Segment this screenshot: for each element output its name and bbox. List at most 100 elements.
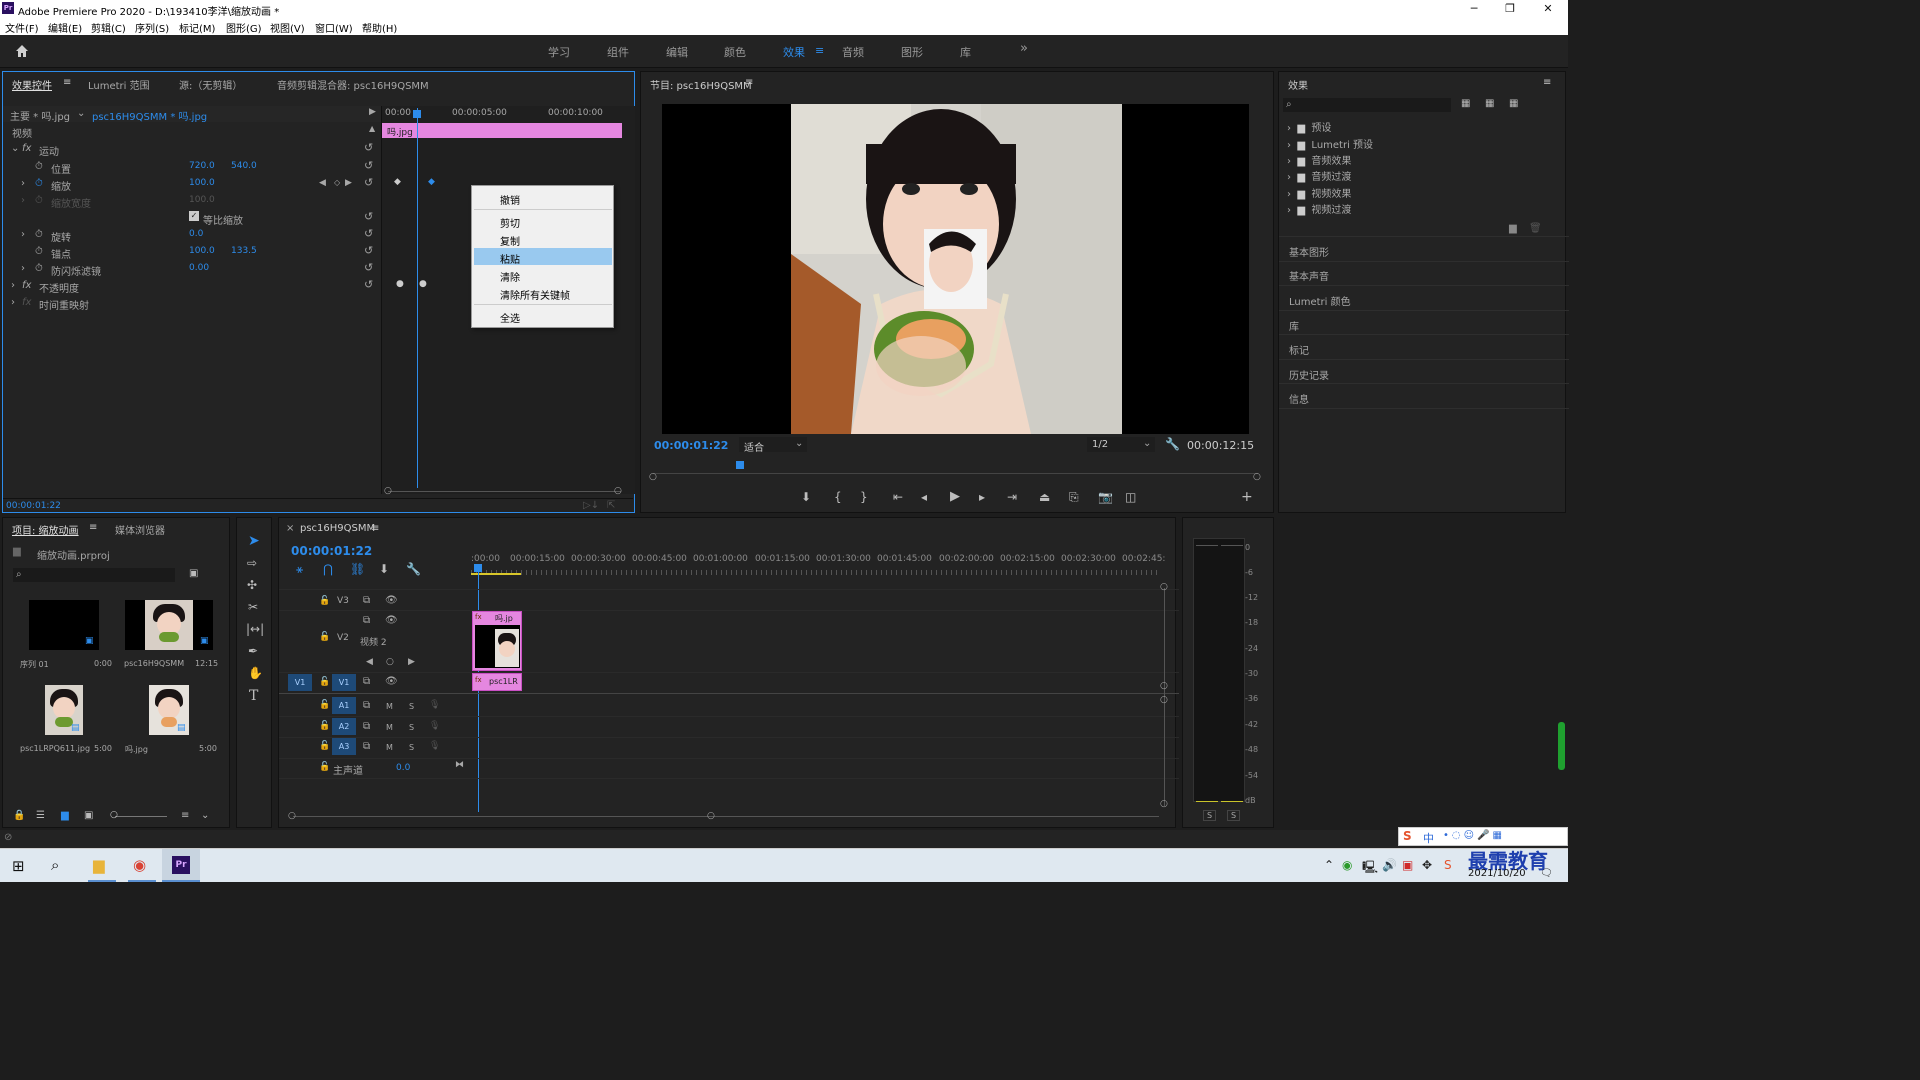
- delete-icon[interactable]: 🗑: [1529, 223, 1542, 234]
- tab-source[interactable]: 源:（无剪辑）: [179, 77, 242, 92]
- clip-v2[interactable]: fx 吗.jp: [472, 611, 522, 671]
- list-view-icon[interactable]: ☰: [36, 810, 45, 821]
- ime-tools-icon[interactable]: •◌☺🎤▦: [1443, 830, 1505, 841]
- minimize-button[interactable]: ─: [1456, 0, 1492, 18]
- 32bit-effects-icon[interactable]: ▦: [1485, 98, 1494, 109]
- search-icon[interactable]: ⌕: [51, 856, 59, 874]
- fx-icon[interactable]: fx: [22, 280, 31, 291]
- sync-lock-icon[interactable]: ⧉: [363, 721, 370, 732]
- network-icon[interactable]: 🖳: [1362, 858, 1378, 879]
- program-timecode[interactable]: 00:00:01:22: [654, 439, 728, 452]
- menu-sequence[interactable]: 序列(S): [135, 20, 169, 35]
- lift-icon[interactable]: ⏏: [1039, 490, 1050, 504]
- lock-icon[interactable]: 🔓: [319, 700, 330, 710]
- panel-menu-icon[interactable]: ≡: [371, 523, 379, 534]
- track-target-a1[interactable]: A1: [332, 697, 356, 714]
- sync-lock-icon[interactable]: ⧉: [363, 676, 370, 687]
- workspace-tab-editing[interactable]: 编辑: [666, 44, 688, 60]
- solo-button[interactable]: S: [409, 702, 414, 711]
- snap-icon[interactable]: ⋂: [323, 562, 333, 576]
- prev-keyframe-icon[interactable]: ◀: [319, 178, 326, 188]
- ime-mode[interactable]: 中: [1423, 830, 1434, 846]
- ime-toolbar[interactable]: S 中 •◌☺🎤▦: [1398, 827, 1568, 846]
- section-lumetri-color[interactable]: Lumetri 颜色: [1289, 293, 1351, 308]
- add-keyframe-icon[interactable]: ○: [386, 657, 394, 667]
- menu-help[interactable]: 帮助(H): [362, 20, 397, 35]
- workspace-tab-audio[interactable]: 音频: [842, 44, 864, 60]
- keyframe-selected-icon[interactable]: ◆: [428, 177, 435, 187]
- go-to-out-icon[interactable]: ⇥: [1007, 490, 1017, 504]
- extract-icon[interactable]: ⎘: [1069, 490, 1079, 505]
- effects-panel-title[interactable]: 效果: [1288, 77, 1308, 92]
- workspace-tab-libraries[interactable]: 库: [960, 44, 971, 60]
- menu-item-undo[interactable]: 撤销: [500, 192, 520, 207]
- ec-clip-bar[interactable]: 吗.jpg: [382, 123, 622, 138]
- ec-playhead-handle[interactable]: [413, 110, 421, 118]
- mute-button[interactable]: M: [386, 702, 393, 711]
- workspace-tab-color[interactable]: 颜色: [724, 44, 746, 60]
- section-history[interactable]: 历史记录: [1289, 367, 1329, 382]
- master-meter-icon[interactable]: ⧓: [455, 760, 464, 770]
- workspace-more-icon[interactable]: »: [1020, 41, 1028, 56]
- scroll-handle-icon[interactable]: ○: [288, 811, 296, 821]
- effects-folder-audio-effects[interactable]: › ▆ 音频效果: [1287, 152, 1351, 167]
- program-playhead[interactable]: [736, 461, 744, 469]
- tab-project[interactable]: 项目: 缩放动画: [12, 522, 79, 537]
- ec-zoom-scrollbar[interactable]: [388, 491, 621, 492]
- add-marker-icon[interactable]: ⬇: [379, 562, 389, 576]
- type-tool-icon[interactable]: T: [249, 688, 258, 704]
- mute-button[interactable]: M: [386, 723, 393, 732]
- track-select-tool-icon[interactable]: ⇨: [247, 556, 257, 570]
- master-volume-value[interactable]: 0.0: [396, 763, 410, 773]
- program-video-frame[interactable]: [662, 104, 1249, 434]
- stopwatch-icon[interactable]: ⏱: [35, 263, 43, 274]
- chevron-down-icon[interactable]: ⌄: [77, 108, 85, 119]
- track-target-a3[interactable]: A3: [332, 738, 356, 755]
- scroll-handle-icon[interactable]: ○: [649, 472, 657, 482]
- timeline-playhead[interactable]: [478, 572, 479, 812]
- panel-menu-icon[interactable]: ≡: [745, 77, 753, 88]
- filter-icon[interactable]: ▷↓: [583, 500, 599, 511]
- workspace-tab-effects[interactable]: 效果: [783, 44, 805, 60]
- workspace-menu-icon[interactable]: ≡: [815, 44, 824, 57]
- tab-lumetri-scopes[interactable]: Lumetri 范围: [88, 77, 150, 92]
- horizontal-scrollbar[interactable]: [293, 816, 1159, 817]
- lock-icon[interactable]: 🔓: [319, 762, 330, 772]
- zoom-slider[interactable]: [115, 816, 167, 817]
- step-back-icon[interactable]: ◂: [921, 490, 927, 504]
- chevron-up-icon[interactable]: ⌃: [1324, 858, 1334, 872]
- master-clip-label[interactable]: 主要 * 吗.jpg: [10, 108, 70, 123]
- effects-search-input[interactable]: ⌕: [1283, 98, 1451, 112]
- position-x-value[interactable]: 720.0: [189, 161, 215, 171]
- microphone-icon[interactable]: 🎙: [429, 741, 440, 751]
- notification-icon[interactable]: 🗨: [1540, 868, 1553, 879]
- lock-icon[interactable]: 🔓: [319, 677, 330, 687]
- keyframe-icon[interactable]: ◆: [394, 177, 401, 187]
- expand-chevron-icon[interactable]: ⌄: [11, 143, 19, 154]
- project-item-name[interactable]: psc1LRPQ611.jpg: [20, 744, 90, 753]
- reset-icon[interactable]: ↺: [364, 176, 373, 189]
- microphone-icon[interactable]: 🎙: [429, 721, 440, 731]
- menu-window[interactable]: 窗口(W): [315, 20, 353, 35]
- anchor-x-value[interactable]: 100.0: [189, 246, 215, 256]
- workspace-tab-learn[interactable]: 学习: [548, 44, 570, 60]
- timeline-timecode[interactable]: 00:00:01:22: [291, 544, 372, 558]
- expand-chevron-icon[interactable]: ›: [11, 297, 15, 308]
- reset-icon[interactable]: ↺: [364, 261, 373, 274]
- effects-folder-lumetri-presets[interactable]: › ▆ Lumetri 预设: [1287, 136, 1373, 151]
- go-to-in-icon[interactable]: ⇤: [893, 490, 903, 504]
- windows-start-icon[interactable]: ⊞: [12, 857, 25, 875]
- menu-item-clear[interactable]: 清除: [500, 269, 520, 284]
- position-y-value[interactable]: 540.0: [231, 161, 257, 171]
- premiere-taskbar-button[interactable]: Pr: [162, 849, 200, 882]
- project-item-name[interactable]: 吗.jpg: [125, 744, 148, 755]
- mark-out-icon[interactable]: }: [860, 490, 868, 504]
- tray-app-icon[interactable]: ▣: [1402, 858, 1413, 872]
- file-explorer-taskbar-button[interactable]: ▆: [88, 849, 116, 882]
- next-keyframe-icon[interactable]: ▶: [345, 178, 352, 188]
- lock-icon[interactable]: 🔓: [319, 632, 330, 642]
- nest-sequence-icon[interactable]: ⚹: [296, 562, 303, 577]
- track-target-v1[interactable]: V1: [332, 674, 356, 691]
- volume-icon[interactable]: 🔊: [1382, 858, 1397, 872]
- chrome-taskbar-button[interactable]: ◉: [128, 849, 156, 882]
